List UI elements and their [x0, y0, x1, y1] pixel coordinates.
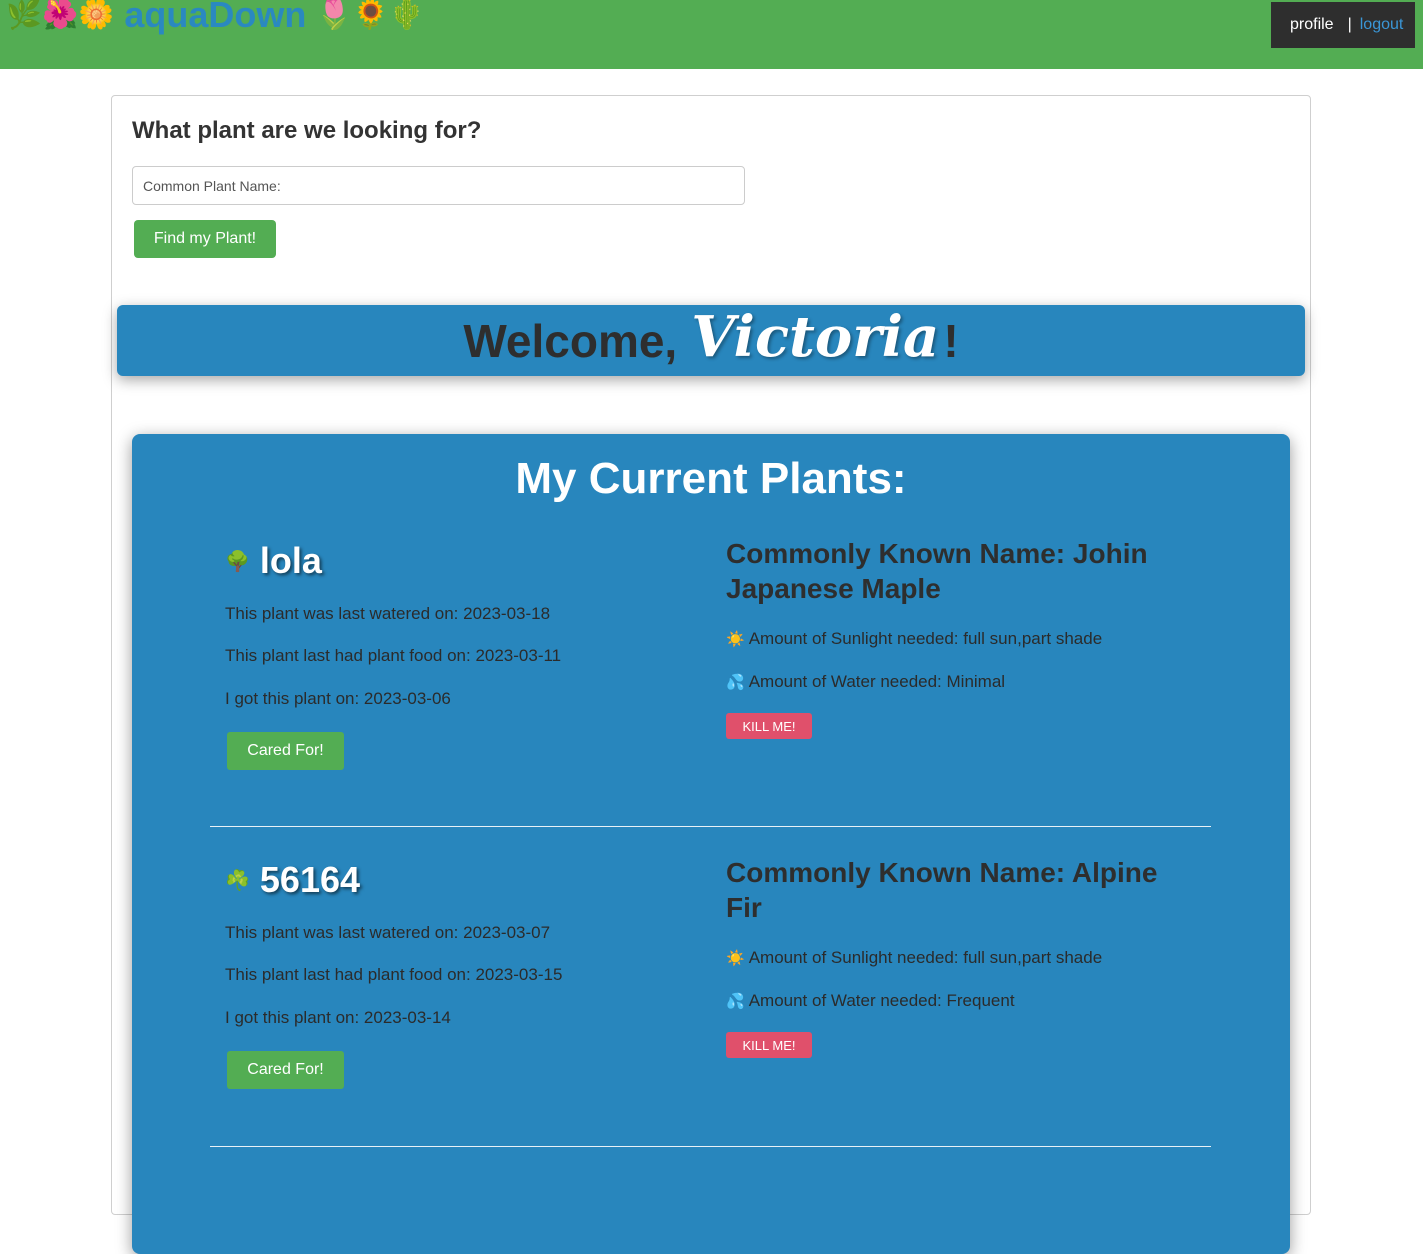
plant-divider [210, 826, 1211, 827]
plant-nickname: lola [259, 540, 322, 581]
cared-for-button[interactable]: Cared For! [227, 732, 344, 770]
tree-icon: 🌳 [225, 550, 250, 573]
plant-card: 🌳 lola This plant was last watered on: 2… [132, 536, 1290, 836]
last-food-text: This plant last had plant food on: 2023-… [225, 965, 563, 984]
sunlight-text: Amount of Sunlight needed: full sun,part… [748, 948, 1103, 967]
plant-card: ☘️ 56164 This plant was last watered on:… [132, 855, 1290, 1155]
kill-plant-button[interactable]: KILL ME! [726, 1032, 812, 1058]
common-name-heading: Commonly Known Name: Johin Japanese Mapl… [726, 538, 1148, 604]
common-name-heading: Commonly Known Name: Alpine Fir [726, 857, 1158, 923]
account-menu: profile | logout [1271, 2, 1415, 48]
last-watered-text: This plant was last watered on: 2023-03-… [225, 604, 551, 623]
last-food-text: This plant last had plant food on: 2023-… [225, 646, 562, 665]
find-plant-button[interactable]: Find my Plant! [134, 220, 276, 258]
plant-divider [210, 1146, 1211, 1147]
flowers-left-icon: 🌿🌺🌼 [6, 0, 115, 31]
plant-name: 🌳 lola [225, 536, 322, 586]
logout-link[interactable]: logout [1360, 16, 1404, 34]
brand[interactable]: 🌿🌺🌼 aquaDown 🌷🌻🌵 [6, 0, 425, 37]
nav-separator: | [1347, 16, 1352, 33]
profile-link[interactable]: profile [1290, 16, 1334, 34]
kill-plant-button[interactable]: KILL ME! [726, 713, 812, 739]
current-plants-title: My Current Plants: [515, 454, 907, 503]
shamrock-icon: ☘️ [225, 869, 250, 892]
sun-icon: ☀️ [726, 631, 745, 648]
welcome-prefix: Welcome, [463, 314, 678, 367]
main-card: What plant are we looking for? Find my P… [111, 95, 1311, 1254]
plant-search-input[interactable] [132, 166, 745, 205]
current-plants-panel: My Current Plants: 🌳 lola This plant was… [132, 434, 1290, 1254]
flowers-right-icon: 🌷🌻🌵 [316, 0, 425, 31]
water-text: Amount of Water needed: Minimal [748, 672, 1006, 691]
app-title[interactable]: aquaDown [124, 0, 306, 36]
plant-nickname: 56164 [259, 859, 361, 900]
water-need: 💦 Amount of Water needed: Minimal [726, 672, 1005, 692]
acquired-date-text: I got this plant on: 2023-03-14 [225, 1008, 451, 1027]
sun-icon: ☀️ [726, 950, 745, 967]
top-navbar: 🌿🌺🌼 aquaDown 🌷🌻🌵 profile | logout [0, 0, 1423, 69]
welcome-suffix: ! [943, 314, 959, 367]
water-drops-icon: 💦 [726, 993, 745, 1010]
welcome-user-name: Victoria [691, 303, 940, 370]
welcome-banner: Welcome, Victoria ! [117, 303, 1305, 376]
acquired-date-text: I got this plant on: 2023-03-06 [225, 689, 451, 708]
water-drops-icon: 💦 [726, 674, 745, 691]
last-watered-text: This plant was last watered on: 2023-03-… [225, 923, 551, 942]
water-need: 💦 Amount of Water needed: Frequent [726, 991, 1015, 1011]
water-text: Amount of Water needed: Frequent [748, 991, 1015, 1010]
sunlight-text: Amount of Sunlight needed: full sun,part… [748, 629, 1103, 648]
sunlight-need: ☀️ Amount of Sunlight needed: full sun,pa… [726, 948, 1102, 968]
cared-for-button[interactable]: Cared For! [227, 1051, 344, 1089]
plant-name: ☘️ 56164 [225, 855, 360, 905]
search-heading: What plant are we looking for? [132, 117, 482, 144]
sunlight-need: ☀️ Amount of Sunlight needed: full sun,pa… [726, 629, 1102, 649]
